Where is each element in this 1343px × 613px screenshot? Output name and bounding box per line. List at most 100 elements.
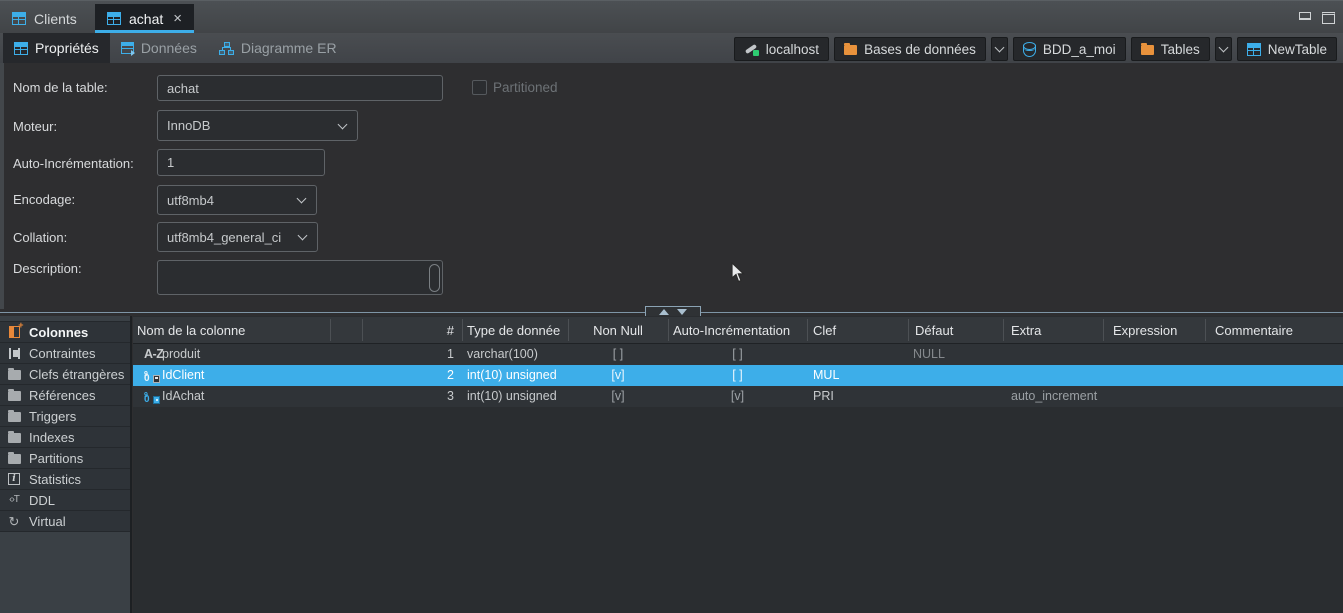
subtab-donnees[interactable]: Données (110, 33, 208, 63)
tables-button[interactable]: Tables (1131, 37, 1210, 61)
scrollbar-thumb[interactable] (429, 264, 440, 292)
tab-label: achat (129, 11, 163, 27)
virtual-icon: ↻ (6, 515, 22, 528)
sidebar-item-indexes[interactable]: Indexes (0, 427, 130, 448)
sidebar-item-references[interactable]: Références (0, 385, 130, 406)
table-row-idclient[interactable]: 09 IdClient 2 int(10) unsigned [v] [ ] M… (133, 365, 1343, 386)
subtab-proprietes[interactable]: Propriétés (3, 33, 110, 63)
sidebar-item-ddl[interactable]: ‹›T DDL (0, 490, 130, 511)
header-non-null[interactable]: Non Null (568, 323, 668, 338)
sidebar-item-partitions[interactable]: Partitions (0, 448, 130, 469)
column-key: MUL (813, 368, 839, 382)
navigation-toolbar: localhost Bases de données BDD_a_moi Tab… (734, 37, 1337, 61)
constraints-icon (6, 348, 22, 359)
column-name: produit (162, 347, 200, 361)
subtab-label: Données (141, 40, 197, 56)
connection-icon (744, 42, 759, 56)
tab-label: Clients (34, 11, 77, 27)
sidebar-item-label: Références (29, 388, 95, 403)
folder-icon (6, 369, 22, 380)
sidebar-item-label: Indexes (29, 430, 75, 445)
minimize-icon[interactable] (1299, 12, 1311, 20)
sidebar-item-triggers[interactable]: Triggers (0, 406, 130, 427)
sidebar-item-contraintes[interactable]: Contraintes (0, 343, 130, 364)
autoincrement-label: Auto-Incrémentation: (13, 156, 134, 171)
partitioned-label: Partitioned (493, 80, 558, 95)
column-ordinal: 3 (362, 389, 454, 403)
columns-icon (6, 326, 22, 338)
collapse-down-icon[interactable] (677, 309, 687, 315)
column-type: int(10) unsigned (467, 368, 557, 382)
close-tab-icon[interactable]: × (173, 11, 182, 26)
column-auto-increment: [v] (668, 389, 807, 403)
ddl-icon: ‹›T (6, 494, 22, 506)
engine-select[interactable]: InnoDB (157, 110, 358, 141)
table-row-produit[interactable]: A-Z produit 1 varchar(100) [ ] [ ] NULL (133, 344, 1343, 365)
engine-label: Moteur: (13, 119, 57, 134)
maximize-icon[interactable] (1322, 12, 1335, 24)
chevron-down-icon (298, 231, 308, 241)
partitioned-checkbox[interactable] (472, 80, 487, 95)
databases-label: Bases de données (864, 42, 976, 57)
header-num[interactable]: # (362, 323, 454, 338)
column-non-null: [v] (568, 389, 668, 403)
header-type[interactable]: Type de donnée (467, 323, 560, 338)
table-row-idachat[interactable]: 09 IdAchat 3 int(10) unsigned [v] [v] PR… (133, 386, 1343, 407)
sidebar-item-label: Partitions (29, 451, 83, 466)
collapse-up-icon[interactable] (659, 309, 669, 315)
er-diagram-icon (219, 42, 234, 55)
collation-value: utf8mb4_general_ci (167, 230, 281, 245)
column-extra: auto_increment (1011, 389, 1097, 403)
connection-button[interactable]: localhost (734, 37, 829, 61)
editor-sidebar: Colonnes Contraintes Clefs étrangères Ré… (0, 316, 132, 613)
column-name: IdClient (162, 368, 204, 382)
mouse-cursor (731, 262, 745, 288)
header-name[interactable]: Nom de la colonne (137, 323, 245, 338)
collation-select[interactable]: utf8mb4_general_ci (157, 222, 318, 252)
tables-dropdown-button[interactable] (1215, 37, 1232, 61)
column-ordinal: 2 (362, 368, 454, 382)
description-label: Description: (13, 261, 82, 276)
database-label: BDD_a_moi (1043, 42, 1116, 57)
databases-button[interactable]: Bases de données (834, 37, 986, 61)
table-icon (1247, 43, 1261, 56)
databases-dropdown-button[interactable] (991, 37, 1008, 61)
folder-icon (6, 432, 22, 443)
current-table-button[interactable]: NewTable (1237, 37, 1337, 61)
header-auto-increment[interactable]: Auto-Incrémentation (673, 323, 790, 338)
sidebar-item-virtual[interactable]: ↻ Virtual (0, 511, 130, 532)
subtab-diagramme-er[interactable]: Diagramme ER (208, 33, 348, 63)
header-extra[interactable]: Extra (1011, 323, 1041, 338)
column-type: int(10) unsigned (467, 389, 557, 403)
chevron-down-icon (338, 119, 348, 129)
current-table-label: NewTable (1268, 42, 1327, 57)
folder-icon (6, 390, 22, 401)
column-type: varchar(100) (467, 347, 538, 361)
sidebar-item-clefs-etrangeres[interactable]: Clefs étrangères (0, 364, 130, 385)
autoincrement-input[interactable] (157, 149, 325, 176)
sidebar-item-colonnes[interactable]: Colonnes (0, 322, 130, 343)
tab-clients[interactable]: Clients (0, 4, 89, 33)
column-non-null: [v] (568, 368, 668, 382)
sidebar-item-label: Clefs étrangères (29, 367, 124, 382)
table-name-input[interactable] (157, 75, 443, 101)
subtab-label: Diagramme ER (241, 40, 337, 56)
tab-achat[interactable]: achat × (95, 4, 194, 33)
header-default[interactable]: Défaut (915, 323, 953, 338)
app-window: Clients achat × Propriétés Données Diagr… (0, 0, 1343, 613)
sidebar-item-statistics[interactable]: i Statistics (0, 469, 130, 490)
string-column-icon: A-Z (144, 347, 162, 362)
databases-folder-icon (844, 45, 857, 55)
charset-select[interactable]: utf8mb4 (157, 185, 317, 215)
collation-label: Collation: (13, 230, 67, 245)
engine-value: InnoDB (167, 118, 210, 133)
database-button[interactable]: BDD_a_moi (1013, 37, 1126, 61)
numeric-column-fk-icon: 09 (144, 368, 162, 383)
header-key[interactable]: Clef (813, 323, 836, 338)
table-icon (12, 12, 26, 25)
description-textarea[interactable] (157, 260, 443, 295)
header-expression[interactable]: Expression (1113, 323, 1177, 338)
header-comment[interactable]: Commentaire (1215, 323, 1293, 338)
chevron-down-icon (994, 43, 1004, 53)
column-auto-increment: [ ] (668, 347, 807, 361)
